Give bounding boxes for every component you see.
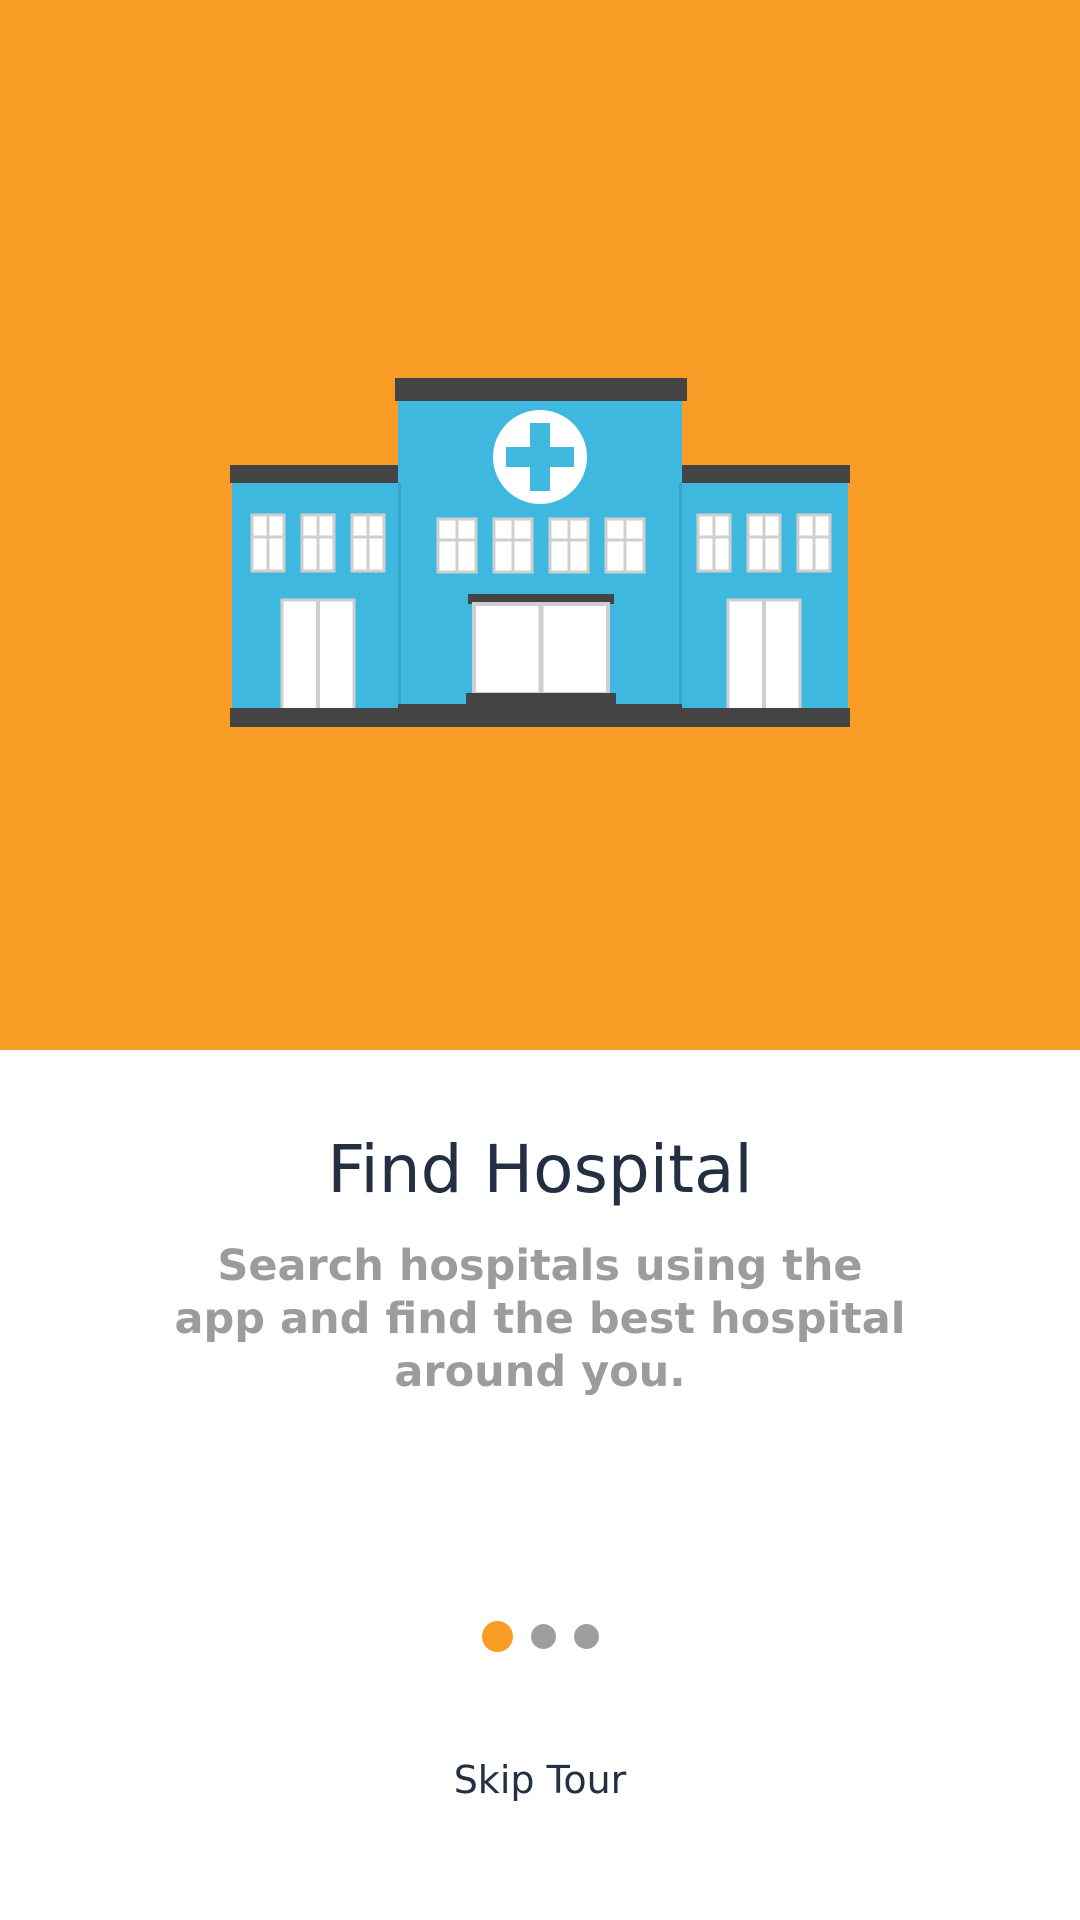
hospital-building-icon	[230, 378, 850, 727]
skip-tour-button[interactable]: Skip Tour	[390, 1750, 690, 1810]
page-dot-2[interactable]	[530, 1624, 556, 1649]
hero-banner	[0, 0, 1080, 1050]
onboarding-content: Find Hospital Search hospitals using the…	[0, 1050, 1080, 1920]
page-dot-1-active[interactable]	[481, 1621, 513, 1652]
page-dot-3[interactable]	[573, 1624, 599, 1649]
page-description: Search hospitals using the app and find …	[174, 1241, 906, 1397]
page-indicator	[0, 1620, 1080, 1652]
page-title: Find Hospital	[327, 1131, 753, 1208]
